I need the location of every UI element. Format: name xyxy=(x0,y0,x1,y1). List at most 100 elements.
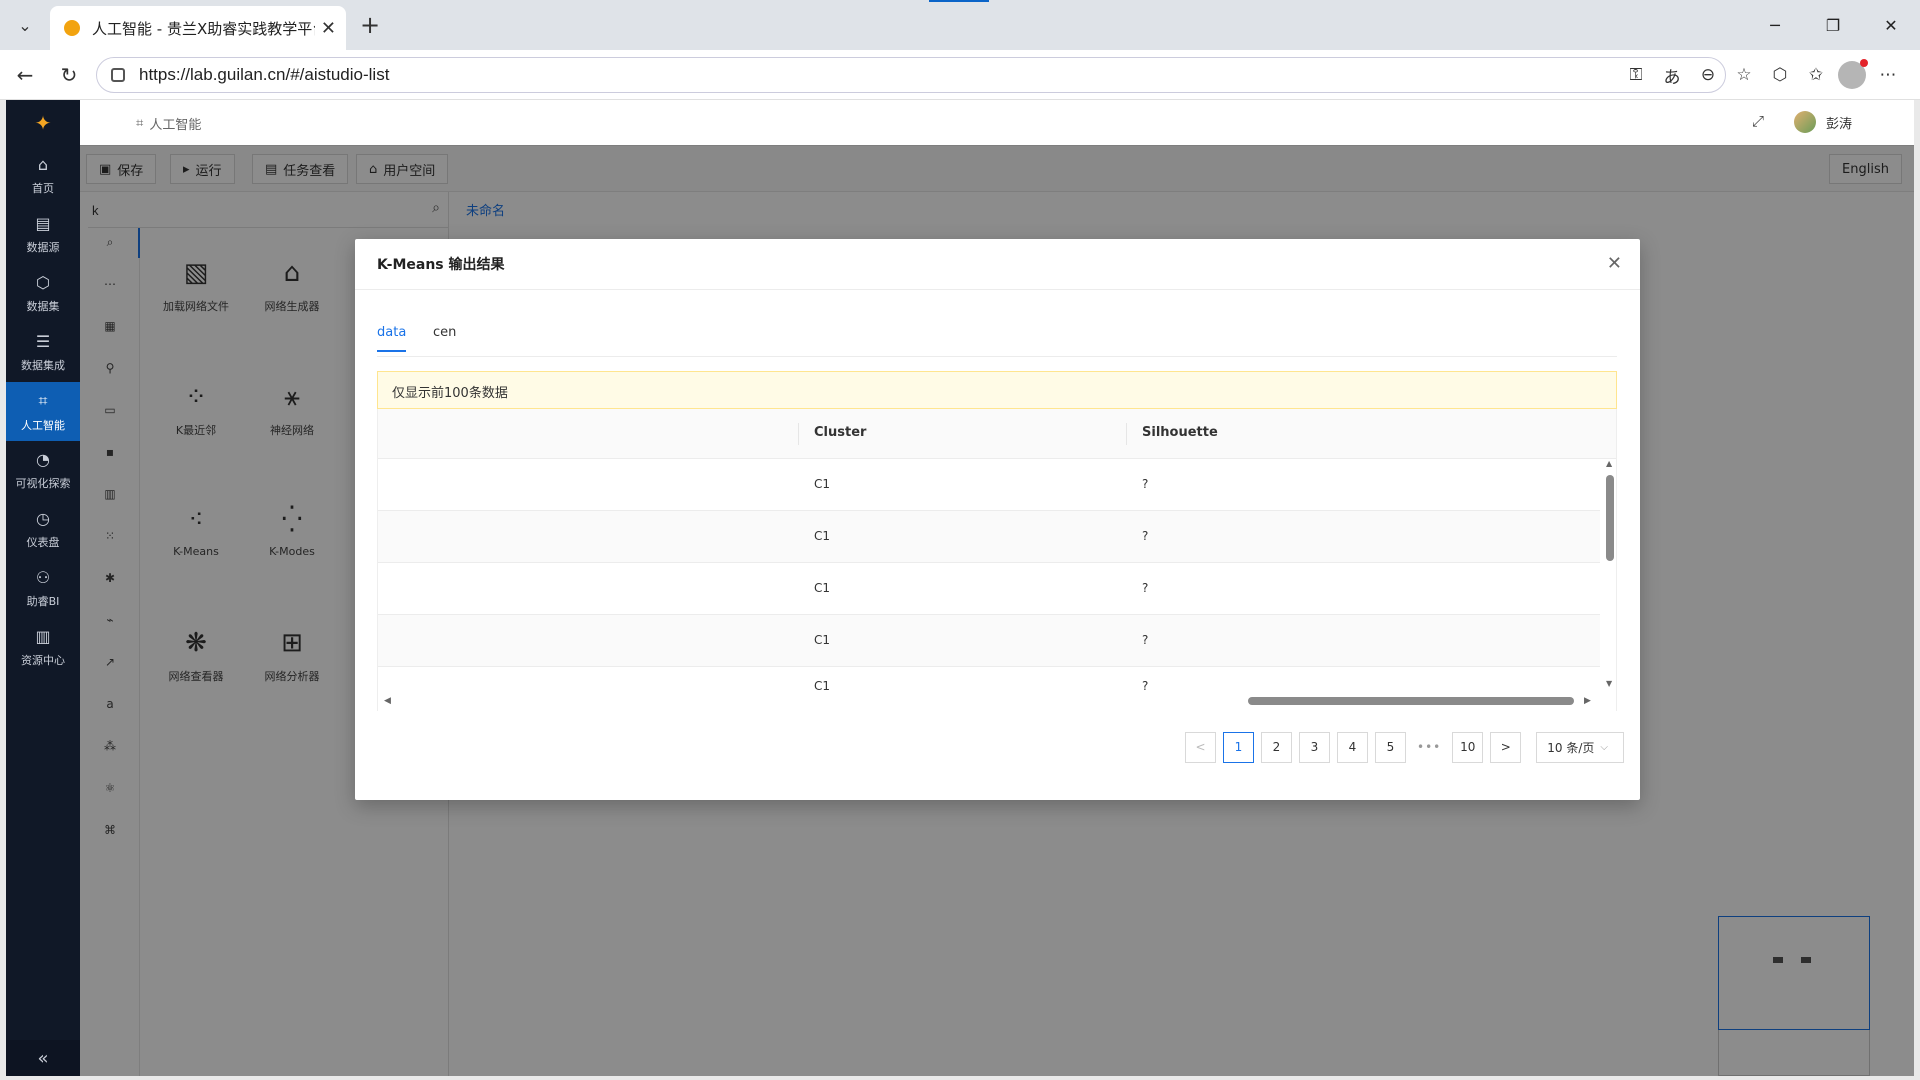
sidebar-item-bi[interactable]: ⚇ 助睿BI xyxy=(6,559,80,618)
more-icon[interactable]: ⋯ xyxy=(1874,61,1902,89)
restore-icon[interactable]: ❐ xyxy=(1804,0,1862,50)
sidebar-item-label: 数据集成 xyxy=(21,359,65,372)
page-size-value: 10 条/页 xyxy=(1547,740,1595,755)
reload-icon[interactable]: ↻ xyxy=(56,62,82,88)
org-icon: ⚇ xyxy=(35,568,51,587)
user-menu[interactable]: 彭涛 xyxy=(1793,111,1852,133)
close-window-icon[interactable]: ✕ xyxy=(1862,0,1920,50)
translate-icon[interactable]: あ xyxy=(1658,61,1686,89)
pagination-ellipsis[interactable]: ••• xyxy=(1413,731,1446,763)
tab-data[interactable]: data xyxy=(377,325,407,352)
favicon-icon xyxy=(64,20,80,36)
favorites-icon[interactable]: ✩ xyxy=(1802,61,1830,89)
sidebar-item-resources[interactable]: ▥ 资源中心 xyxy=(6,618,80,677)
page-button[interactable]: 1 xyxy=(1223,731,1254,763)
lock-icon xyxy=(111,68,125,82)
sidebar-item-home[interactable]: ⌂ 首页 xyxy=(6,146,80,205)
table-row[interactable]: C1 ? xyxy=(378,615,1600,667)
page-button[interactable]: 10 xyxy=(1452,731,1484,763)
cell-silhouette: ? xyxy=(1142,477,1149,491)
table-row[interactable]: C1 ? xyxy=(378,459,1600,511)
modal-tabs: data cen xyxy=(377,325,1617,357)
sidebar-item-label: 资源中心 xyxy=(21,654,65,667)
fullscreen-icon[interactable]: ⤢ xyxy=(1752,112,1764,130)
key-icon[interactable]: ⚿ xyxy=(1622,61,1650,89)
star-icon[interactable]: ☆ xyxy=(1730,61,1758,89)
page-button[interactable]: 2 xyxy=(1261,731,1292,763)
next-page-button[interactable]: > xyxy=(1490,731,1522,763)
notice-banner: 仅显示前100条数据 xyxy=(377,371,1617,409)
column-header-silhouette[interactable]: Silhouette xyxy=(1142,425,1218,440)
ai-icon: ⌗ xyxy=(136,116,144,131)
avatar xyxy=(1793,111,1816,133)
pagination: < 1 2 3 4 5 ••• 10 > 10 条/页 ⌵ xyxy=(1185,731,1625,763)
window-controls: ─ ❐ ✕ xyxy=(1746,0,1920,50)
close-icon[interactable]: ✕ xyxy=(321,18,336,39)
page-size-select[interactable]: 10 条/页 ⌵ xyxy=(1536,731,1625,763)
column-header-cluster[interactable]: Cluster xyxy=(814,425,866,440)
sidebar-item-label: 人工智能 xyxy=(21,418,65,432)
page-button[interactable]: 5 xyxy=(1375,731,1406,763)
sidebar-item-label: 数据源 xyxy=(26,241,60,254)
extensions-icon[interactable]: ⬡ xyxy=(1766,61,1794,89)
gauge-icon: ◷ xyxy=(36,509,50,528)
home-icon: ⌂ xyxy=(37,155,49,174)
cell-silhouette: ? xyxy=(1142,529,1149,543)
scroll-down-icon[interactable]: ▼ xyxy=(1606,679,1612,688)
scroll-up-icon[interactable]: ▲ xyxy=(1606,459,1612,468)
plus-icon[interactable]: + xyxy=(360,12,380,38)
collapse-sidebar-button[interactable]: « xyxy=(6,1040,80,1076)
close-icon[interactable]: ✕ xyxy=(1607,253,1622,274)
sidebar-item-datasource[interactable]: ▤ 数据源 xyxy=(6,205,80,264)
back-icon[interactable]: ← xyxy=(12,62,38,88)
sidebar-item-ai[interactable]: ⌗ 人工智能 xyxy=(6,382,80,441)
page-button[interactable]: 4 xyxy=(1337,731,1368,763)
ai-icon: ⌗ xyxy=(38,390,48,410)
zoom-out-icon[interactable]: ⊖ xyxy=(1694,61,1722,89)
chevron-down-icon: ⌵ xyxy=(1600,741,1608,753)
logo-icon[interactable]: ✦ xyxy=(6,100,80,146)
sidebar-item-visual[interactable]: ◔ 可视化探索 xyxy=(6,441,80,500)
modal-divider xyxy=(355,289,1640,290)
breadcrumb-label: 人工智能 xyxy=(149,118,202,133)
horizontal-scrollbar[interactable]: ◀ ▶ xyxy=(378,693,1616,709)
cell-cluster: C1 xyxy=(814,529,831,543)
column-separator xyxy=(1126,423,1127,445)
tab-title: 人工智能 - 贵兰X助睿实践教学平台 xyxy=(92,19,315,38)
horizontal-scroll-thumb[interactable] xyxy=(1248,697,1574,705)
vertical-scroll-thumb[interactable] xyxy=(1606,475,1614,561)
breadcrumb: ⌗ 人工智能 xyxy=(136,114,201,133)
resource-icon: ▥ xyxy=(35,627,51,646)
cell-silhouette: ? xyxy=(1142,581,1149,595)
result-table: Cluster Silhouette C1 ? C1 ? C1 ? C1 ? C… xyxy=(377,409,1617,711)
address-bar: ← ↻ https://lab.guilan.cn/#/aistudio-lis… xyxy=(0,50,1920,100)
sidebar-item-integration[interactable]: ☰ 数据集成 xyxy=(6,323,80,382)
kmeans-output-modal: K-Means 输出结果 ✕ data cen 仅显示前100条数据 Clust… xyxy=(355,239,1640,800)
cell-silhouette: ? xyxy=(1142,633,1149,647)
app-header: ⌗ 人工智能 ⤢ 彭涛 xyxy=(80,100,1914,146)
cell-cluster: C1 xyxy=(814,633,831,647)
cell-cluster: C1 xyxy=(814,581,831,595)
sidebar-item-dashboard[interactable]: ◷ 仪表盘 xyxy=(6,500,80,559)
database-icon: ▤ xyxy=(35,214,51,233)
sidebar-item-dataset[interactable]: ⬡ 数据集 xyxy=(6,264,80,323)
scroll-left-icon[interactable]: ◀ xyxy=(384,696,391,706)
page-button[interactable]: 3 xyxy=(1299,731,1330,763)
sidebar-item-label: 数据集 xyxy=(26,300,60,313)
tab-list-icon[interactable]: ⌄ xyxy=(8,10,42,40)
stack-icon: ☰ xyxy=(35,332,51,351)
table-row[interactable]: C1 ? xyxy=(378,563,1600,615)
cell-silhouette: ? xyxy=(1142,679,1149,693)
cube-icon: ⬡ xyxy=(36,273,50,292)
browser-tab[interactable]: 人工智能 - 贵兰X助睿实践教学平台 ✕ xyxy=(50,6,346,50)
tab-cen[interactable]: cen xyxy=(433,325,456,350)
table-row[interactable]: C1 ? xyxy=(378,511,1600,563)
scroll-right-icon[interactable]: ▶ xyxy=(1584,696,1591,706)
vertical-scrollbar[interactable]: ▲ ▼ xyxy=(1602,459,1616,691)
window-accent-line xyxy=(929,0,989,2)
prev-page-button[interactable]: < xyxy=(1185,731,1216,763)
url-field[interactable]: https://lab.guilan.cn/#/aistudio-list xyxy=(96,57,1726,93)
profile-icon[interactable] xyxy=(1838,59,1868,89)
minimize-icon[interactable]: ─ xyxy=(1746,0,1804,50)
sidebar-item-label: 助睿BI xyxy=(26,595,60,608)
